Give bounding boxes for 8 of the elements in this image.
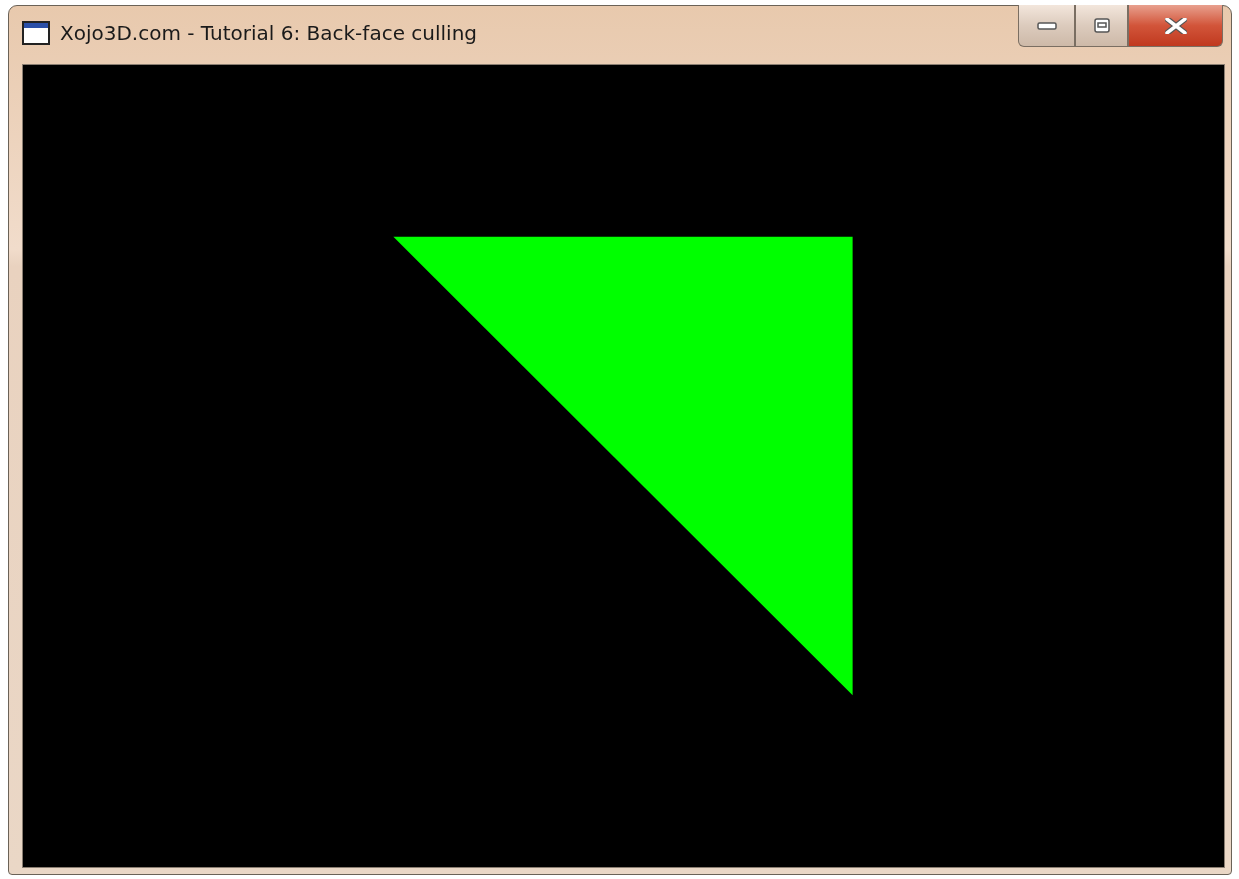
window-title: Xojo3D.com - Tutorial 6: Back-face culling	[60, 21, 477, 45]
window-icon	[22, 21, 50, 45]
maximize-icon	[1093, 18, 1110, 33]
minimize-button[interactable]	[1018, 5, 1075, 47]
close-button[interactable]	[1128, 5, 1223, 47]
maximize-button[interactable]	[1075, 5, 1128, 47]
close-icon	[1164, 17, 1187, 34]
minimize-icon	[1036, 21, 1057, 30]
